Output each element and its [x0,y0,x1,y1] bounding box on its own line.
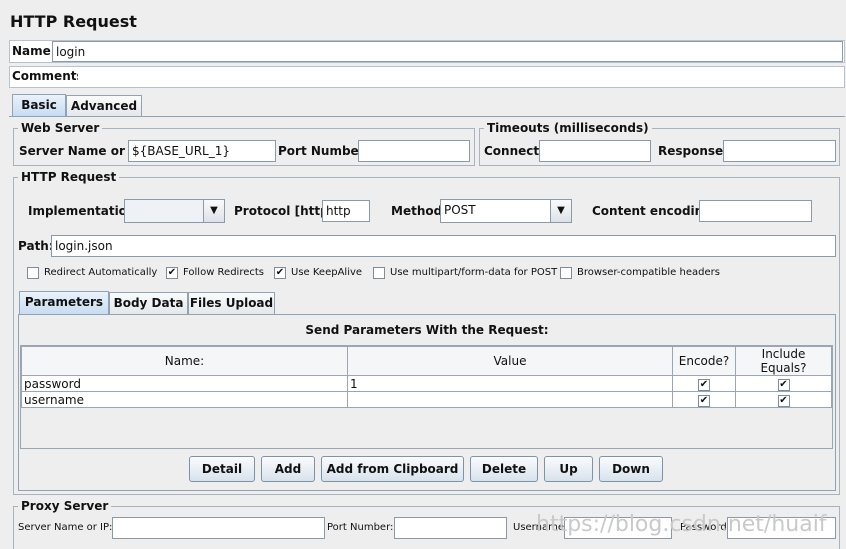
redirect-automatically-label: Redirect Automatically [44,267,158,278]
name-field[interactable]: login [52,41,843,62]
proxy-server-legend: Proxy Server [18,499,112,513]
column-header-include-equals[interactable]: Include Equals? [735,346,832,376]
chevron-down-icon: ▼ [550,200,571,222]
add-from-clipboard-button[interactable]: Add from Clipboard [321,456,464,482]
table-row[interactable]: username ✔ ✔ [21,391,832,408]
table-header-row: Name: Value Encode? Include Equals? [21,346,832,376]
encode-checkbox[interactable]: ✔ [672,391,736,408]
parameters-heading: Send Parameters With the Request: [305,323,549,337]
detail-button[interactable]: Detail [189,456,255,482]
encode-check-icon: ✔ [698,395,710,407]
column-header-encode[interactable]: Encode? [672,346,736,376]
include-equals-checkbox[interactable]: ✔ [735,391,832,408]
down-button[interactable]: Down [599,456,663,482]
table-row[interactable]: password 1 ✔ ✔ [21,375,832,392]
port-number-field[interactable] [358,140,470,162]
tab-basic[interactable]: Basic [12,94,66,116]
chevron-down-icon: ▼ [203,200,224,222]
method-label: Method: [391,204,447,218]
param-value-cell[interactable]: 1 [347,375,673,392]
column-header-name[interactable]: Name: [21,346,348,376]
name-label: Name: [12,44,56,58]
use-keepalive-label: Use KeepAlive [291,267,363,278]
redirect-automatically-checkbox[interactable] [27,267,39,279]
proxy-server-name-field[interactable] [112,517,325,539]
param-name-cell[interactable]: username [21,391,348,408]
server-name-field[interactable]: ${BASE_URL_1} [128,140,276,162]
connect-field[interactable] [539,140,651,162]
param-name-cell[interactable]: password [21,375,348,392]
tab-files-upload[interactable]: Files Upload [188,292,275,314]
connect-label: Connect: [484,144,544,158]
page-title: HTTP Request [10,12,137,31]
encode-check-icon: ✔ [698,379,710,391]
proxy-server-name-label: Server Name or IP: [18,522,113,533]
use-keepalive-checkbox[interactable]: ✔ [274,267,286,279]
follow-redirects-checkbox[interactable]: ✔ [166,267,178,279]
path-label: Path: [18,239,54,253]
multipart-checkbox[interactable] [373,267,385,279]
timeouts-legend: Timeouts (milliseconds) [484,121,652,135]
delete-button[interactable]: Delete [470,456,538,482]
include-check-icon: ✔ [777,379,790,391]
column-header-value[interactable]: Value [347,346,673,376]
proxy-port-label: Port Number: [327,522,394,533]
port-number-label: Port Number: [278,144,370,158]
http-request-legend: HTTP Request [18,170,120,184]
tab-body-data[interactable]: Body Data [109,292,188,314]
encode-checkbox[interactable]: ✔ [672,375,736,392]
comments-field[interactable] [78,67,843,87]
follow-redirects-label: Follow Redirects [183,267,264,278]
browser-compatible-label: Browser-compatible headers [577,267,720,278]
include-equals-checkbox[interactable]: ✔ [735,375,832,392]
content-encoding-field[interactable] [699,200,812,222]
method-value: POST [444,203,476,217]
up-button[interactable]: Up [544,456,593,482]
implementation-dropdown[interactable]: ▼ [124,199,225,223]
multipart-label: Use multipart/form-data for POST [390,267,558,278]
content-encoding-label: Content encoding: [592,204,717,218]
tab-divider [9,116,845,117]
tab-advanced[interactable]: Advanced [66,95,142,116]
protocol-field[interactable]: http [322,200,370,222]
web-server-legend: Web Server [18,121,103,135]
response-field[interactable] [723,140,836,162]
proxy-port-field[interactable] [394,517,507,539]
param-value-cell[interactable] [347,391,673,408]
method-dropdown[interactable]: POST ▼ [440,199,572,223]
parameters-table: Name: Value Encode? Include Equals? pass… [21,346,832,408]
path-field[interactable]: login.json [51,235,836,257]
add-button[interactable]: Add [261,456,315,482]
response-label: Response: [658,144,728,158]
browser-compatible-checkbox[interactable] [560,267,572,279]
parameters-table-area: Name: Value Encode? Include Equals? pass… [20,345,833,449]
tab-parameters[interactable]: Parameters [19,291,109,315]
include-check-icon: ✔ [777,395,790,407]
comments-label: Comments: [12,69,89,83]
watermark-text: https://blog.csdn.net/huaif [536,512,827,537]
